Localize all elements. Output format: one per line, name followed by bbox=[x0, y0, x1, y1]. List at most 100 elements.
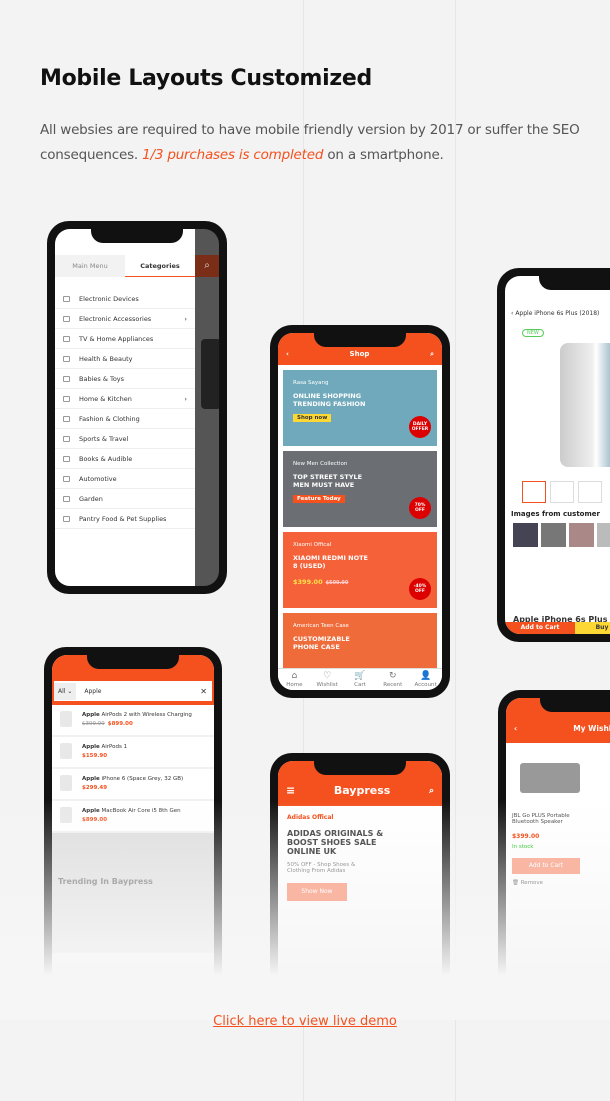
category-item[interactable]: Garden bbox=[55, 489, 195, 509]
buy-button[interactable]: Buy bbox=[575, 622, 610, 634]
search-icon[interactable]: ⌕ bbox=[429, 786, 434, 796]
tab-wishlist[interactable]: ♡ Wishlist bbox=[311, 669, 344, 690]
banner-subtitle: 50% OFF - Shop Shoes & Clothing From Adi… bbox=[287, 862, 356, 874]
result-price: $309.99 $899.00 bbox=[82, 720, 192, 729]
customer-image[interactable] bbox=[597, 523, 610, 547]
offer-badge: -40% OFF bbox=[409, 578, 431, 600]
category-item[interactable]: Books & Audible bbox=[55, 449, 195, 469]
search-input[interactable]: Apple bbox=[76, 688, 200, 695]
add-to-cart-button[interactable]: Add to Cart bbox=[505, 622, 575, 634]
category-icon bbox=[63, 495, 70, 502]
category-label: Babies & Toys bbox=[79, 374, 125, 383]
tab-label: Wishlist bbox=[316, 682, 338, 688]
result-thumbnail bbox=[60, 743, 72, 759]
add-to-cart-button[interactable]: Add to Cart bbox=[512, 858, 580, 874]
back-icon[interactable]: ‹ bbox=[286, 350, 289, 358]
back-icon[interactable]: ‹ bbox=[514, 724, 517, 733]
result-price: $159.90 bbox=[82, 752, 127, 761]
chevron-right-icon: › bbox=[184, 394, 187, 403]
thumbnail[interactable] bbox=[550, 481, 574, 503]
category-item[interactable]: TV & Home Appliances bbox=[55, 329, 195, 349]
live-demo-link[interactable]: Click here to view live demo bbox=[0, 1014, 610, 1029]
show-now-button[interactable]: Show Now bbox=[287, 883, 347, 901]
category-label: Home & Kitchen bbox=[79, 394, 132, 403]
clear-icon[interactable]: ✕ bbox=[200, 687, 212, 696]
thumbnail[interactable] bbox=[522, 481, 546, 503]
promo-banner[interactable]: New Men Collection TOP STREET STYLE MEN M… bbox=[283, 451, 437, 527]
result-brand: Apple bbox=[82, 744, 100, 750]
result-title: AirPods 2 with Wireless Charging bbox=[101, 712, 192, 718]
search-result[interactable]: Apple AirPods 1 $159.90 bbox=[52, 737, 214, 769]
promo-banner[interactable]: Rasa Sayang ONLINE SHOPPING TRENDING FASH… bbox=[283, 370, 437, 446]
category-label: Automotive bbox=[79, 474, 117, 483]
offer-badge: 70% OFF bbox=[409, 497, 431, 519]
phone-shop: ‹ Shop ⌕ Rasa Sayang ONLINE SHOPPING TRENDI… bbox=[270, 325, 450, 698]
result-title: iPhone 6 (Space Grey, 32 GB) bbox=[101, 776, 184, 782]
banner-eyebrow: Rasa Sayang bbox=[293, 380, 329, 386]
category-icon bbox=[63, 455, 70, 462]
banner-cta[interactable]: Shop now bbox=[293, 414, 332, 422]
result-text: Apple AirPods 1 $159.90 bbox=[82, 743, 127, 761]
result-thumbnail bbox=[60, 775, 72, 791]
category-label: Books & Audible bbox=[79, 454, 133, 463]
thumbnail[interactable] bbox=[578, 481, 602, 503]
item-price: $399.00 bbox=[512, 833, 540, 840]
category-item[interactable]: Home & Kitchen › bbox=[55, 389, 195, 409]
category-icon bbox=[63, 415, 70, 422]
customer-image[interactable] bbox=[541, 523, 566, 547]
price: $899.00 bbox=[107, 721, 133, 727]
search-result[interactable]: Apple AirPods 2 with Wireless Charging $3… bbox=[52, 705, 214, 737]
banner-price: $399.00 $500.00 bbox=[293, 578, 427, 586]
search-icon[interactable]: ⌕ bbox=[195, 255, 219, 277]
product-image bbox=[201, 339, 219, 409]
customer-image[interactable] bbox=[569, 523, 594, 547]
product-image bbox=[560, 343, 610, 467]
category-item[interactable]: Electronic Devices bbox=[55, 289, 195, 309]
tab-cart[interactable]: 🛒 Cart bbox=[344, 669, 377, 690]
scope-select[interactable]: All ⌄ bbox=[54, 682, 77, 700]
heart-icon: ♡ bbox=[323, 671, 332, 681]
tab-categories[interactable]: Categories bbox=[125, 255, 195, 277]
banner-headline: ADIDAS ORIGINALS & BOOST SHOES SALE ONLI… bbox=[287, 829, 384, 856]
account-icon: 👤 bbox=[419, 671, 432, 681]
home-icon: ⌂ bbox=[291, 671, 298, 681]
menu-icon[interactable]: ≡ bbox=[286, 784, 295, 797]
category-item[interactable]: Sports & Travel bbox=[55, 429, 195, 449]
category-label: Electronic Accessories bbox=[79, 314, 152, 323]
search-icon[interactable]: ⌕ bbox=[430, 350, 434, 359]
new-badge: NEW bbox=[522, 329, 544, 337]
tab-recent[interactable]: ↻ Recent bbox=[376, 669, 409, 690]
remove-button[interactable]: 🗑 Remove bbox=[512, 880, 580, 886]
banner-eyebrow: New Men Collection bbox=[293, 461, 348, 467]
tab-account[interactable]: 👤 Account bbox=[409, 669, 442, 690]
tab-label: Cart bbox=[354, 682, 366, 688]
category-item[interactable]: Babies & Toys bbox=[55, 369, 195, 389]
tab-home[interactable]: ⌂ Home bbox=[278, 669, 311, 690]
result-name: Apple AirPods 1 bbox=[82, 743, 127, 752]
promo-banner[interactable]: Xiaomi Offical XIAOMI REDMI NOTE 8 (USED)… bbox=[283, 532, 437, 608]
category-item[interactable]: Health & Beauty bbox=[55, 349, 195, 369]
screen-title: My Wishlist bbox=[573, 724, 610, 733]
category-label: TV & Home Appliances bbox=[79, 334, 154, 343]
tab-main-menu[interactable]: Main Menu bbox=[55, 255, 125, 277]
item-name: JBL Go PLUS Portable Bluetooth Speaker bbox=[512, 813, 570, 825]
product-image bbox=[520, 763, 580, 793]
search-result[interactable]: Apple iPhone 6 (Space Grey, 32 GB) $299.4… bbox=[52, 769, 214, 801]
intro-highlight: 1/3 purchases is completed bbox=[142, 147, 324, 163]
price: $159.90 bbox=[82, 753, 108, 759]
category-item[interactable]: Fashion & Clothing bbox=[55, 409, 195, 429]
result-name: Apple iPhone 6 (Space Grey, 32 GB) bbox=[82, 775, 183, 784]
category-item[interactable]: Electronic Accessories › bbox=[55, 309, 195, 329]
result-title: AirPods 1 bbox=[101, 744, 128, 750]
result-brand: Apple bbox=[82, 712, 100, 718]
category-item[interactable]: Automotive bbox=[55, 469, 195, 489]
thumbnail-row bbox=[522, 481, 610, 503]
intro-text: All websies are required to have mobile … bbox=[40, 122, 580, 163]
offer-badge: DAILY OFFER bbox=[409, 416, 431, 438]
category-item[interactable]: Pantry Food & Pet Supplies bbox=[55, 509, 195, 529]
category-label: Health & Beauty bbox=[79, 354, 133, 363]
banner-headline: ONLINE SHOPPING TRENDING FASHION bbox=[293, 392, 366, 408]
customer-image[interactable] bbox=[513, 523, 538, 547]
banner-cta[interactable]: Feature Today bbox=[293, 495, 345, 503]
banner-eyebrow: Xiaomi Offical bbox=[293, 542, 332, 548]
